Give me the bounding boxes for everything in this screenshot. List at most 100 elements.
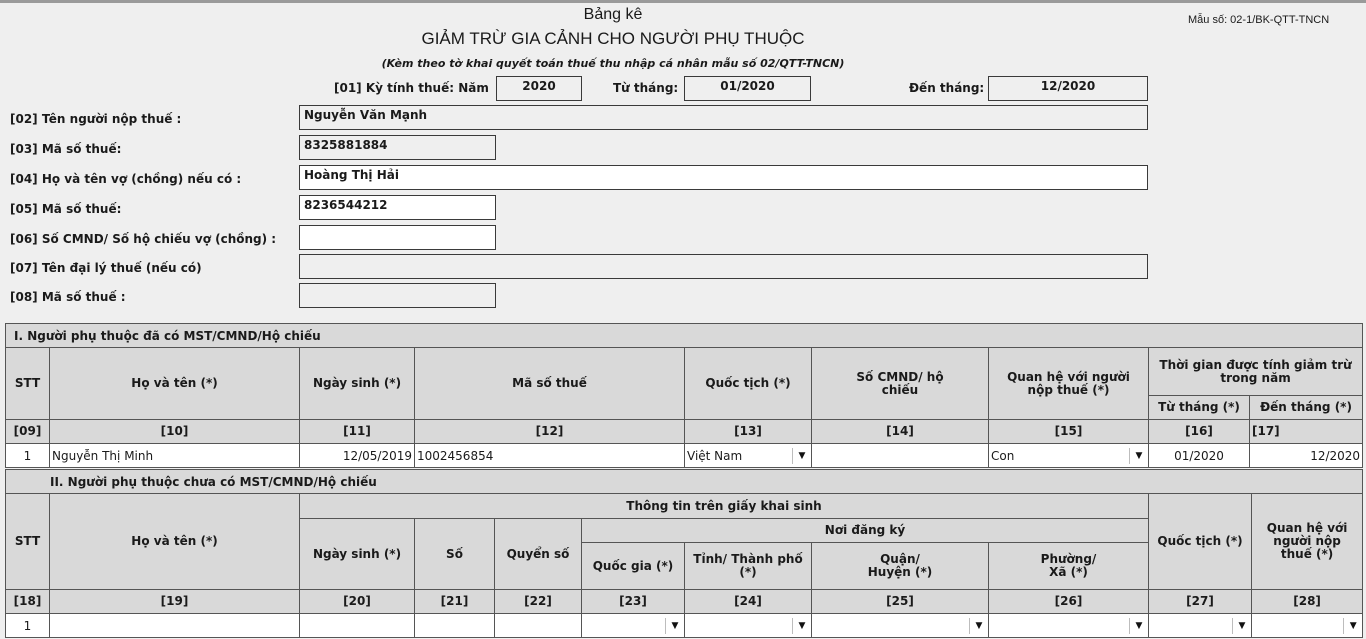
row-stt: 1 — [5, 443, 50, 468]
taxpayer-name-label: [02] Tên người nộp thuế : — [10, 112, 182, 126]
row-country-select[interactable]: ▼ — [581, 613, 685, 638]
dropdown-arrow-icon[interactable]: ▼ — [792, 447, 811, 464]
col-tax-code: Mã số thuế — [414, 347, 685, 420]
period-from-field[interactable]: 01/2020 — [684, 76, 811, 101]
row-province-select[interactable]: ▼ — [684, 613, 812, 638]
dropdown-arrow-icon[interactable]: ▼ — [1129, 617, 1148, 634]
col-dob: Ngày sinh (*) — [299, 347, 415, 420]
code-cell: [22] — [494, 589, 582, 614]
row-nationality-value: Việt Nam — [687, 448, 743, 463]
row-relation-select[interactable]: Con ▼ — [988, 443, 1149, 468]
row-name-cell[interactable] — [49, 613, 300, 638]
code-cell: [16] — [1148, 419, 1250, 444]
code-cell: [25] — [811, 589, 989, 614]
col-stt: STT — [5, 493, 50, 590]
section1-title: I. Người phụ thuộc đã có MST/CMND/Hộ chi… — [4, 323, 1364, 348]
dropdown-arrow-icon[interactable]: ▼ — [1232, 617, 1251, 634]
table-row: 1 ▼ ▼ ▼ ▼ ▼ ▼ — [5, 613, 1364, 638]
row-number-cell[interactable] — [414, 613, 495, 638]
code-cell: [10] — [49, 419, 300, 444]
code-cell: [14] — [811, 419, 989, 444]
row-to-month-cell[interactable]: 12/2020 — [1248, 443, 1364, 468]
spouse-id-field[interactable] — [299, 225, 496, 250]
col-country: Quốc gia (*) — [581, 542, 685, 590]
spouse-id-label: [06] Số CMND/ Số hộ chiếu vợ (chồng) : — [10, 232, 277, 246]
col-birth-cert-info: Thông tin trên giấy khai sinh — [299, 493, 1149, 519]
code-cell: [15] — [988, 419, 1149, 444]
period-year-label: [01] Kỳ tính thuế: Năm — [334, 81, 489, 95]
col-district: Quận/ Huyện (*) — [811, 542, 989, 590]
dropdown-arrow-icon[interactable]: ▼ — [665, 617, 684, 634]
dependents-with-id-table: I. Người phụ thuộc đã có MST/CMND/Hộ chi… — [4, 323, 1364, 468]
row-from-month-cell[interactable]: 01/2020 — [1148, 443, 1250, 468]
tax-agent-name-label: [07] Tên đại lý thuế (nếu có) — [10, 261, 202, 275]
top-border — [0, 0, 1366, 3]
period-to-label: Đến tháng: — [909, 81, 985, 95]
col-book: Quyển số — [494, 518, 582, 590]
tax-agent-tax-code-field[interactable] — [299, 283, 496, 308]
taxpayer-tax-code-label: [03] Mã số thuế: — [10, 142, 122, 156]
subtitle: (Kèm theo tờ khai quyết toán thuế thu nh… — [381, 57, 845, 70]
col-name: Họ và tên (*) — [49, 493, 300, 590]
col-registration-place: Nơi đăng ký — [581, 518, 1149, 543]
row-stt: 1 — [5, 613, 50, 638]
col-relation: Quan hệ với người nộp thuế (*) — [1250, 493, 1364, 590]
dropdown-arrow-icon[interactable]: ▼ — [969, 617, 988, 634]
spouse-name-label: [04] Họ và tên vợ (chồng) nếu có : — [10, 172, 242, 186]
row-dob-cell[interactable] — [299, 613, 415, 638]
spouse-tax-code-field[interactable]: 8236544212 — [299, 195, 496, 220]
code-cell: [26] — [988, 589, 1149, 614]
tax-agent-tax-code-label: [08] Mã số thuế : — [10, 290, 126, 304]
col-to-month: Đến tháng (*) — [1248, 395, 1364, 420]
code-cell: [20] — [299, 589, 415, 614]
code-cell: [19] — [49, 589, 300, 614]
row-id-card-cell[interactable] — [811, 443, 989, 468]
row-nationality-select[interactable]: Việt Nam ▼ — [684, 443, 812, 468]
row-dob-cell[interactable]: 12/05/2019 — [299, 443, 415, 468]
title-line1: Bảng kê — [583, 6, 643, 23]
col-relation: Quan hệ với người nộp thuế (*) — [988, 347, 1149, 420]
col-province: Tỉnh/ Thành phố (*) — [684, 542, 812, 590]
code-cell: [28] — [1250, 589, 1364, 614]
row-book-cell[interactable] — [494, 613, 582, 638]
spouse-name-field[interactable]: Hoàng Thị Hải — [299, 165, 1148, 190]
col-deduction-period: Thời gian được tính giảm trừ trong năm — [1147, 347, 1364, 396]
col-number: Số — [414, 518, 495, 590]
period-to-field[interactable]: 12/2020 — [988, 76, 1148, 101]
period-year-field[interactable]: 2020 — [496, 76, 582, 101]
code-cell: [11] — [299, 419, 415, 444]
tax-agent-name-field[interactable] — [299, 254, 1148, 279]
table-row: 1 Nguyễn Thị Minh 12/05/2019 1002456854 … — [5, 443, 1364, 468]
dropdown-arrow-icon[interactable]: ▼ — [1343, 617, 1362, 634]
row-ward-select[interactable]: ▼ — [988, 613, 1149, 638]
col-name: Họ và tên (*) — [49, 347, 300, 420]
row-name-cell[interactable]: Nguyễn Thị Minh — [49, 443, 300, 468]
col-stt: STT — [5, 347, 50, 420]
code-cell: [24] — [684, 589, 812, 614]
dependents-without-id-table: II. Người phụ thuộc chưa có MST/CMND/Hộ … — [4, 469, 1364, 638]
dropdown-arrow-icon[interactable]: ▼ — [1129, 447, 1148, 464]
code-cell: [13] — [684, 419, 812, 444]
code-cell: [27] — [1148, 589, 1252, 614]
spouse-tax-code-label: [05] Mã số thuế: — [10, 202, 122, 216]
col-nationality: Quốc tịch (*) — [1148, 493, 1252, 590]
taxpayer-name-field[interactable]: Nguyễn Văn Mạnh — [299, 105, 1148, 130]
section2-title: II. Người phụ thuộc chưa có MST/CMND/Hộ … — [4, 469, 1364, 494]
form-code: Mẫu số: 02-1/BK-QTT-TNCN — [1188, 14, 1330, 26]
row-relation-select[interactable]: ▼ — [1250, 613, 1364, 638]
taxpayer-tax-code-field[interactable]: 8325881884 — [299, 135, 496, 160]
col-ward: Phường/ Xã (*) — [988, 542, 1149, 590]
row-district-select[interactable]: ▼ — [811, 613, 989, 638]
title-line2: GIẢM TRỪ GIA CẢNH CHO NGƯỜI PHỤ THUỘC — [421, 29, 805, 48]
row-tax-code-cell[interactable]: 1002456854 — [414, 443, 685, 468]
col-id-card: Số CMND/ hộ chiếu — [811, 347, 989, 420]
dropdown-arrow-icon[interactable]: ▼ — [792, 617, 811, 634]
code-cell: [21] — [414, 589, 495, 614]
row-nationality-select[interactable]: ▼ — [1148, 613, 1252, 638]
col-dob: Ngày sinh (*) — [299, 518, 415, 590]
code-cell: [17] — [1248, 419, 1364, 444]
col-from-month: Từ tháng (*) — [1148, 395, 1250, 420]
code-cell: [18] — [5, 589, 50, 614]
code-cell: [12] — [414, 419, 685, 444]
code-cell: [23] — [581, 589, 685, 614]
